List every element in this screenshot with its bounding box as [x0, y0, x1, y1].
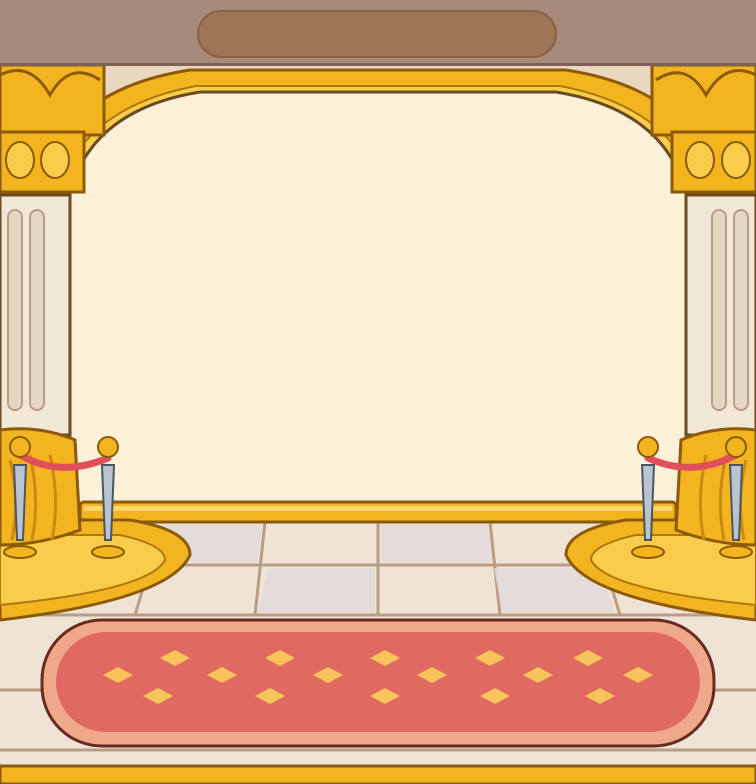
stage-background	[0, 63, 756, 784]
stage-screen	[66, 90, 690, 507]
palace-stage-scene	[0, 0, 756, 784]
title-pill	[197, 10, 557, 58]
title-bar	[0, 0, 756, 66]
bottom-gold-edge	[0, 764, 756, 784]
stage-edge	[78, 500, 678, 524]
